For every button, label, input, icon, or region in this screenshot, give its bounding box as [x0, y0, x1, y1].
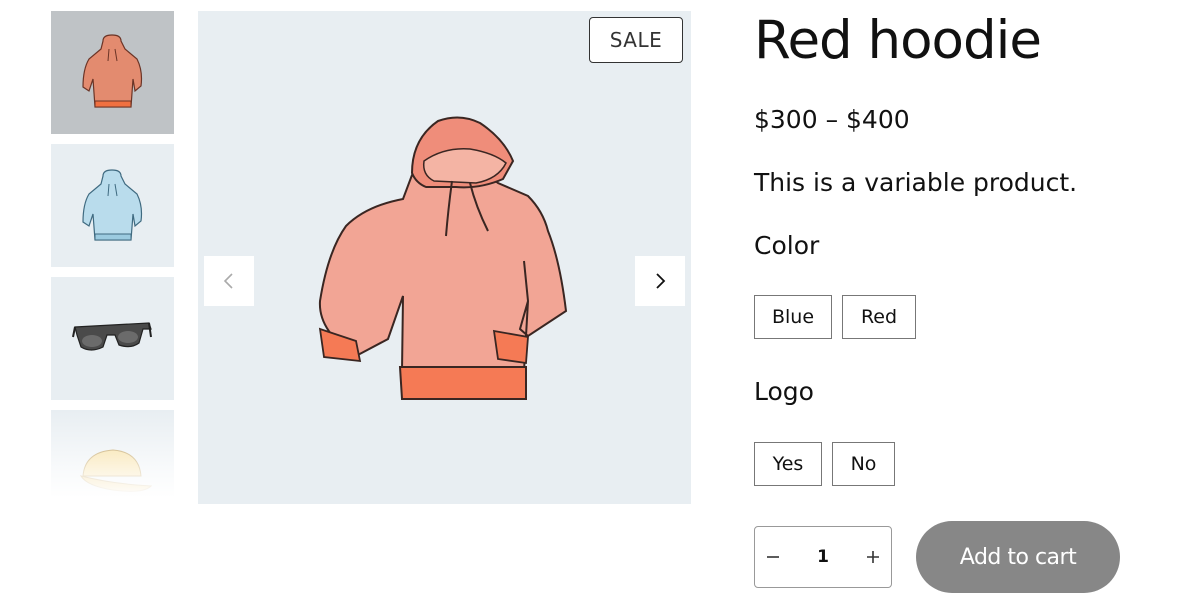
gallery-prev-button[interactable] [204, 256, 254, 306]
hoodie-icon [82, 169, 143, 241]
logo-attribute-label: Logo [754, 377, 814, 406]
product-price: $300 – $400 [754, 105, 910, 134]
thumbnail-red-hoodie[interactable] [51, 11, 174, 134]
thumbnail-sunglasses[interactable] [51, 277, 174, 400]
product-title: Red hoodie [754, 10, 1042, 71]
cap-icon [79, 449, 153, 492]
quantity-stepper [754, 526, 892, 588]
quantity-input[interactable] [795, 542, 851, 572]
chevron-right-icon [656, 273, 666, 289]
sale-badge: SALE [589, 17, 683, 63]
color-attribute-label: Color [754, 231, 820, 260]
gallery-next-button[interactable] [635, 256, 685, 306]
plus-icon [867, 551, 879, 563]
quantity-increase-button[interactable] [855, 527, 891, 587]
thumbnail-blue-hoodie[interactable] [51, 144, 174, 267]
hoodie-icon [318, 116, 568, 400]
sunglasses-icon [72, 322, 152, 351]
add-to-cart-button[interactable]: Add to cart [916, 521, 1120, 593]
quantity-decrease-button[interactable] [755, 527, 791, 587]
logo-option-no[interactable]: No [832, 442, 895, 486]
chevron-left-icon [223, 273, 233, 289]
product-main-image[interactable]: SALE [198, 11, 691, 504]
hoodie-icon [82, 34, 143, 108]
product-description: This is a variable product. [754, 168, 1078, 197]
logo-option-yes[interactable]: Yes [754, 442, 822, 486]
color-option-blue[interactable]: Blue [754, 295, 832, 339]
minus-icon [767, 556, 779, 558]
thumbnail-cap[interactable] [51, 410, 174, 498]
color-option-red[interactable]: Red [842, 295, 916, 339]
